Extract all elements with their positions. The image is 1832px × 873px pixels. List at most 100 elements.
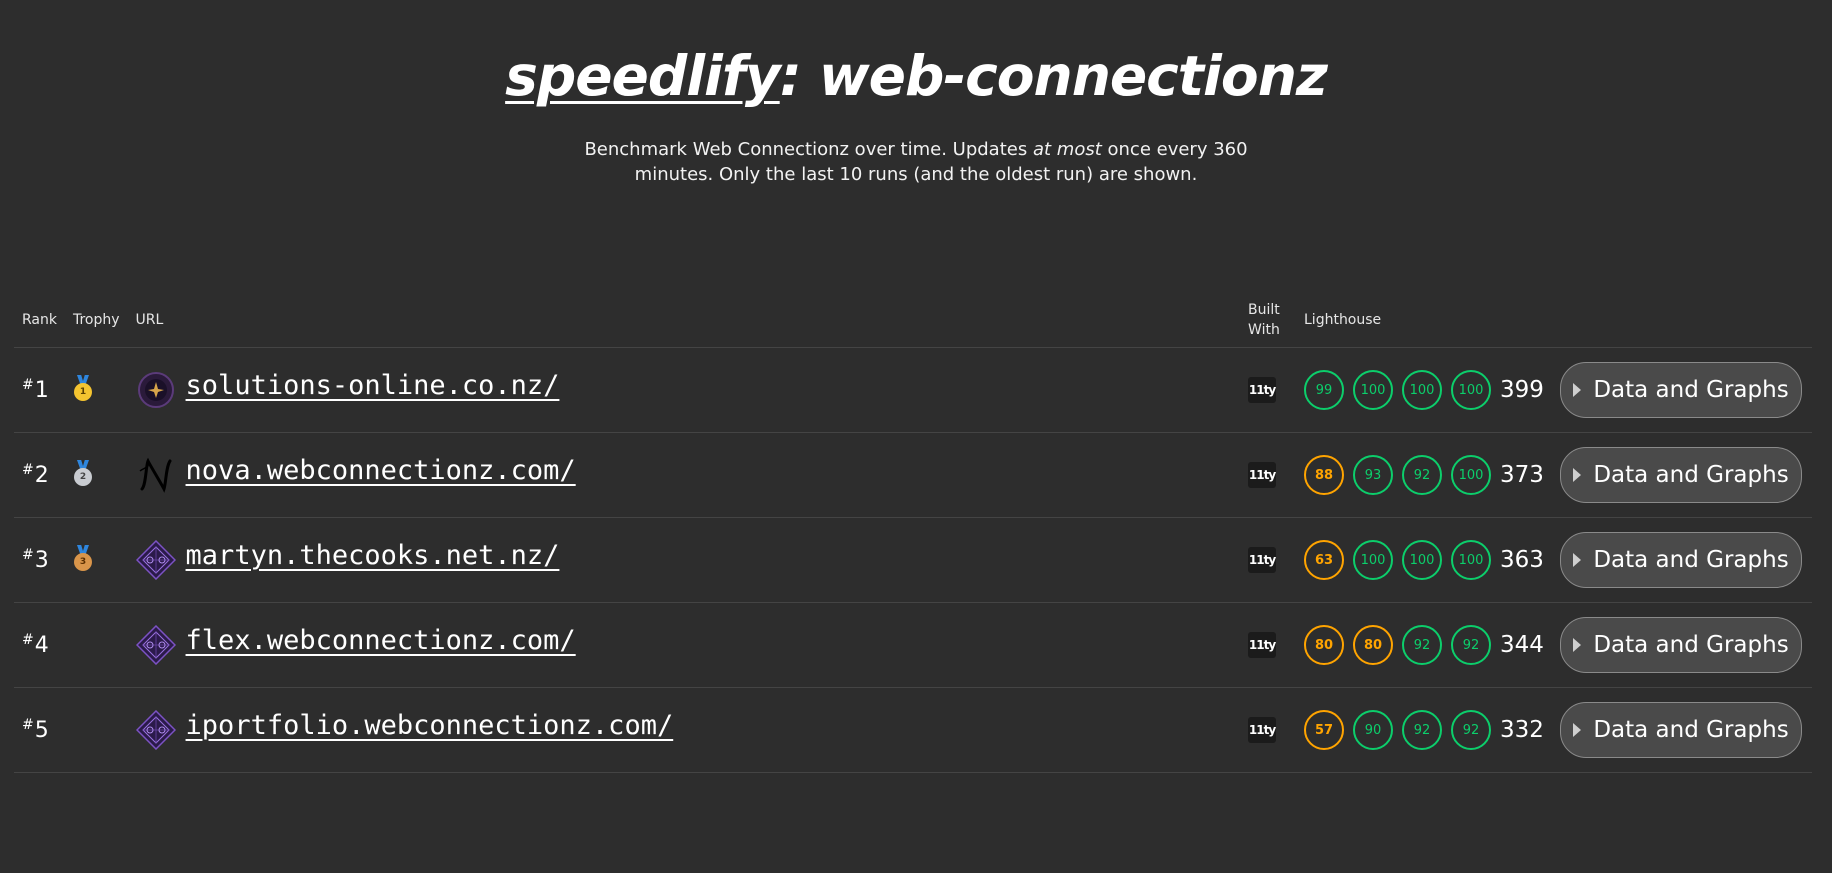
lighthouse-score-circle: 80 — [1304, 625, 1344, 665]
header-url: URL — [127, 292, 1241, 348]
data-and-graphs-label: Data and Graphs — [1593, 462, 1789, 488]
lighthouse-total: 399 — [1500, 377, 1544, 403]
rank-cell: #5 — [14, 687, 65, 773]
rank-hash: # — [22, 462, 34, 478]
eleventy-logo-icon: 11ty — [1248, 547, 1276, 573]
medal-number: 3 — [73, 553, 92, 571]
disclosure-triangle-icon — [1573, 468, 1582, 482]
page-description: Benchmark Web Connectionz over time. Upd… — [556, 137, 1276, 187]
description-part-1: Benchmark Web Connectionz over time. Upd… — [584, 139, 1028, 160]
lighthouse-score-circle: 92 — [1402, 455, 1442, 495]
lighthouse-score-circle: 92 — [1451, 625, 1491, 665]
bronze-medal-icon: 3 — [73, 545, 93, 571]
eleventy-logo-icon: 11ty — [1248, 377, 1276, 403]
lighthouse-cell: 63 100 100 100 363 — [1296, 517, 1552, 603]
header-rank: Rank — [14, 292, 65, 348]
lighthouse-score-circle: 100 — [1451, 370, 1491, 410]
disclosure-triangle-icon — [1573, 383, 1582, 397]
trophy-cell: 3 — [64, 517, 128, 603]
table-row: #1 1 solutions-online.co.nz/11ty 99 100 100 1… — [14, 347, 1812, 433]
data-and-graphs-label: Data and Graphs — [1593, 632, 1789, 658]
url-cell: solutions-online.co.nz/ — [127, 347, 1241, 433]
trophy-cell — [64, 602, 128, 688]
disclosure-triangle-icon — [1573, 553, 1582, 567]
eleventy-logo-icon: 11ty — [1248, 632, 1276, 658]
rank-number: 3 — [34, 548, 49, 573]
data-and-graphs-label: Data and Graphs — [1593, 717, 1789, 743]
rank-hash: # — [22, 547, 34, 563]
rank-number: 2 — [34, 463, 49, 488]
disclosure-triangle-icon — [1573, 638, 1582, 652]
data-and-graphs-label: Data and Graphs — [1593, 547, 1789, 573]
actions-cell: Data and Graphs — [1552, 602, 1812, 688]
lighthouse-score-circle: 100 — [1353, 370, 1393, 410]
lighthouse-score-circle: 100 — [1353, 540, 1393, 580]
lighthouse-score-circle: 100 — [1402, 370, 1442, 410]
actions-cell: Data and Graphs — [1552, 432, 1812, 518]
lighthouse-cell: 57 90 92 92 332 — [1296, 687, 1552, 773]
lighthouse-cell: 99 100 100 100 399 — [1296, 347, 1552, 433]
header-actions — [1552, 292, 1812, 348]
page-title-suffix: : web-connectionz — [779, 44, 1328, 108]
lighthouse-score-circle: 93 — [1353, 455, 1393, 495]
gold-medal-icon: 1 — [73, 375, 93, 401]
data-and-graphs-button[interactable]: Data and Graphs — [1560, 702, 1802, 758]
lighthouse-score-circle: 63 — [1304, 540, 1344, 580]
lighthouse-total: 332 — [1500, 717, 1544, 743]
data-and-graphs-button[interactable]: Data and Graphs — [1560, 532, 1802, 588]
site-url-link[interactable]: solutions-online.co.nz/ — [186, 370, 560, 401]
solutions-online-logo-icon — [136, 370, 176, 410]
table-row: #4 flex.webconnectionz.com/11ty 80 80 92 92 3… — [14, 602, 1812, 688]
rank-cell: #3 — [14, 517, 65, 603]
rank-number: 5 — [34, 718, 49, 743]
lighthouse-score-circle: 100 — [1451, 455, 1491, 495]
built-with-cell: 11ty — [1240, 347, 1296, 433]
actions-cell: Data and Graphs — [1552, 687, 1812, 773]
rank-cell: #4 — [14, 602, 65, 688]
url-cell: nova.webconnectionz.com/ — [127, 432, 1241, 518]
table-row: #5 iportfolio.webconnectionz.com/11ty 57 9… — [14, 687, 1812, 773]
actions-cell: Data and Graphs — [1552, 517, 1812, 603]
lighthouse-score-circle: 92 — [1402, 625, 1442, 665]
lighthouse-total: 344 — [1500, 632, 1544, 658]
table-row: #3 3 martyn.thecooks.net.nz/11ty 63 100 100 1… — [14, 517, 1812, 603]
site-url-link[interactable]: iportfolio.webconnectionz.com/ — [186, 710, 674, 741]
rank-hash: # — [22, 377, 34, 393]
lighthouse-score-circle: 80 — [1353, 625, 1393, 665]
data-and-graphs-button[interactable]: Data and Graphs — [1560, 447, 1802, 503]
diamond-logo-icon — [135, 710, 176, 750]
rank-hash: # — [22, 717, 34, 733]
lighthouse-total: 373 — [1500, 462, 1544, 488]
header-built-with: Built With — [1240, 292, 1296, 348]
built-with-cell: 11ty — [1240, 687, 1296, 773]
silver-medal-icon: 2 — [73, 460, 93, 486]
lighthouse-score-circle: 99 — [1304, 370, 1344, 410]
page-title: speedlify: web-connectionz — [0, 0, 1832, 110]
lighthouse-score-circle: 88 — [1304, 455, 1344, 495]
diamond-logo-icon — [135, 625, 176, 665]
built-with-cell: 11ty — [1240, 517, 1296, 603]
data-and-graphs-button[interactable]: Data and Graphs — [1560, 617, 1802, 673]
site-url-link[interactable]: martyn.thecooks.net.nz/ — [186, 540, 560, 571]
lighthouse-score-circle: 92 — [1402, 710, 1442, 750]
lighthouse-score-circle: 90 — [1353, 710, 1393, 750]
eleventy-logo-icon: 11ty — [1248, 462, 1276, 488]
built-with-cell: 11ty — [1240, 432, 1296, 518]
speedlify-link[interactable]: speedlify — [505, 44, 781, 108]
site-url-link[interactable]: flex.webconnectionz.com/ — [186, 625, 576, 656]
lighthouse-score-circle: 100 — [1402, 540, 1442, 580]
lighthouse-score-circle: 57 — [1304, 710, 1344, 750]
lighthouse-cell: 88 93 92 100 373 — [1296, 432, 1552, 518]
lighthouse-score-circle: 92 — [1451, 710, 1491, 750]
table-row: #2 2 nova.webconnectionz.com/11ty 88 93 92 10… — [14, 432, 1812, 518]
eleventy-logo-icon: 11ty — [1248, 717, 1276, 743]
medal-number: 1 — [73, 383, 92, 401]
built-with-cell: 11ty — [1240, 602, 1296, 688]
trophy-cell: 1 — [64, 347, 128, 433]
results-table: Rank Trophy URL Built With Lighthouse #1… — [14, 292, 1812, 773]
data-and-graphs-button[interactable]: Data and Graphs — [1560, 362, 1802, 418]
site-url-link[interactable]: nova.webconnectionz.com/ — [186, 455, 576, 486]
table-header-row: Rank Trophy URL Built With Lighthouse — [14, 292, 1812, 348]
nova-n-logo-icon — [136, 455, 176, 495]
rank-number: 4 — [34, 633, 49, 658]
